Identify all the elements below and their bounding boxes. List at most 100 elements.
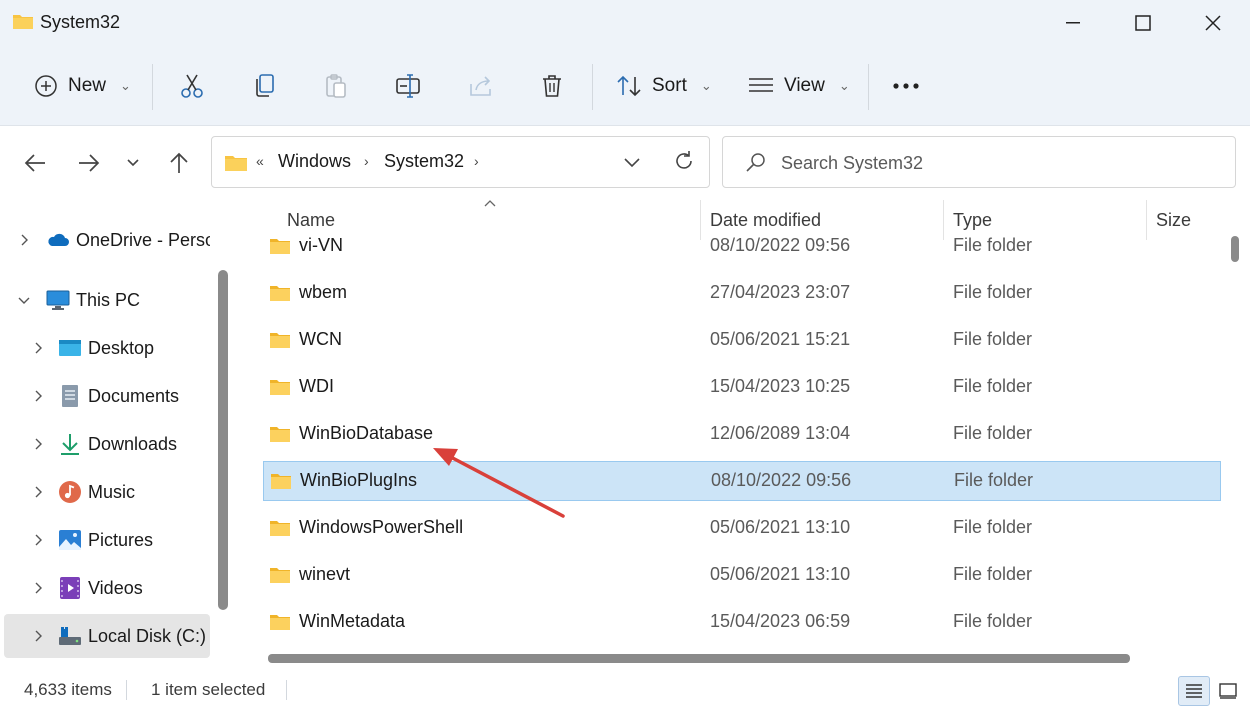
trash-icon — [543, 75, 561, 97]
sort-button[interactable]: Sort ⌄ — [616, 46, 712, 126]
arrow-right-icon — [79, 154, 100, 172]
folder-icon — [13, 15, 33, 29]
command-bar: New ⌄ Sort ⌄ View ⌄ — [0, 46, 1250, 126]
minimize-icon — [1066, 22, 1080, 24]
folder-icon — [270, 239, 290, 254]
vertical-scrollbar[interactable] — [1231, 236, 1239, 262]
sidebar-item-music[interactable]: Music — [4, 470, 210, 514]
file-row[interactable]: wbem 27/04/2023 23:07 File folder — [263, 274, 1221, 314]
sidebar-item-documents[interactable]: Documents — [4, 374, 210, 418]
sidebar-item-label: Desktop — [88, 337, 155, 358]
file-row[interactable]: WinBioDatabase 12/06/2089 13:04 File fol… — [263, 415, 1221, 455]
pictures-icon — [59, 530, 81, 550]
sidebar-item-local-disk[interactable]: Local Disk (C:) — [4, 614, 210, 658]
maximize-button[interactable] — [1108, 0, 1178, 46]
search-input[interactable] — [781, 149, 1201, 177]
chevron-down-icon[interactable] — [622, 151, 642, 173]
chevron-right-icon[interactable] — [32, 534, 44, 546]
maximize-icon — [1135, 15, 1151, 31]
address-bar[interactable]: « Windows › System32 › — [211, 136, 710, 188]
breadcrumb-overflow[interactable]: « — [256, 153, 264, 169]
chevron-right-icon[interactable] — [18, 234, 30, 246]
plus-circle-icon — [35, 75, 57, 97]
computer-icon — [46, 290, 70, 310]
forward-button[interactable] — [72, 146, 106, 180]
sort-icon — [617, 75, 641, 97]
chevron-right-icon[interactable] — [32, 486, 44, 498]
sidebar-item-desktop[interactable]: Desktop — [4, 326, 210, 370]
file-row[interactable]: winevt 05/06/2021 13:10 File folder — [263, 556, 1221, 596]
sidebar-scrollbar[interactable] — [218, 270, 228, 610]
sidebar-item-label: Pictures — [88, 529, 154, 550]
horizontal-scrollbar[interactable] — [268, 654, 1130, 663]
refresh-icon[interactable] — [672, 149, 696, 173]
chevron-right-icon[interactable] — [32, 390, 44, 402]
breadcrumb-system32[interactable]: System32 — [384, 151, 464, 172]
file-name: WindowsPowerShell — [299, 517, 464, 537]
sidebar-item-onedrive[interactable]: OneDrive - Perso — [4, 218, 210, 262]
file-name: WinBioDatabase — [299, 423, 434, 443]
rename-button[interactable] — [395, 46, 421, 126]
view-button[interactable]: View ⌄ — [748, 46, 850, 126]
status-divider — [286, 680, 287, 700]
new-button[interactable]: New ⌄ — [34, 46, 131, 126]
folder-icon — [270, 333, 290, 348]
sidebar-item-this-pc[interactable]: This PC — [4, 278, 210, 322]
sidebar-item-videos[interactable]: Videos — [4, 566, 210, 610]
breadcrumb-windows[interactable]: Windows — [278, 151, 351, 172]
folder-icon — [270, 427, 290, 442]
file-row-selected[interactable]: WinBioPlugIns 08/10/2022 09:56 File fold… — [263, 461, 1221, 501]
chevron-right-icon[interactable] — [32, 630, 44, 642]
file-date: 27/04/2023 23:07 — [710, 282, 851, 302]
arrow-left-icon — [24, 154, 45, 172]
file-date: 05/06/2021 15:21 — [710, 329, 851, 349]
view-list-icon — [749, 78, 773, 92]
chevron-right-icon[interactable] — [32, 582, 44, 594]
minimize-button[interactable] — [1038, 0, 1108, 46]
status-bar: 4,633 items 1 item selected — [0, 670, 1250, 708]
file-row[interactable]: WinMetadata 15/04/2023 06:59 File folder — [263, 603, 1221, 643]
cut-button[interactable] — [180, 46, 204, 126]
tiles-view-button[interactable] — [1212, 676, 1244, 706]
sort-ascending-icon — [484, 200, 496, 207]
sidebar-item-label: Downloads — [88, 433, 178, 454]
file-type: File folder — [954, 470, 1034, 490]
back-button[interactable] — [18, 146, 52, 180]
file-type: File folder — [953, 423, 1033, 443]
file-list: Name Date modified Type Size vi-VN 08/10… — [238, 200, 1250, 668]
file-row[interactable]: WindowsPowerShell 05/06/2021 13:10 File … — [263, 509, 1221, 549]
up-button[interactable] — [162, 146, 196, 180]
sidebar-item-label: Documents — [88, 385, 180, 406]
more-dots-icon — [893, 83, 919, 89]
status-divider — [126, 680, 127, 700]
arrow-up-icon — [170, 152, 188, 173]
close-button[interactable] — [1178, 0, 1248, 46]
copy-button[interactable] — [253, 46, 277, 126]
breadcrumb-separator[interactable]: › — [474, 153, 479, 169]
share-button — [468, 46, 494, 126]
file-row[interactable]: vi-VN 08/10/2022 09:56 File folder — [263, 227, 1221, 267]
more-options-button[interactable] — [892, 46, 920, 126]
music-icon — [59, 481, 81, 503]
documents-icon — [62, 385, 78, 407]
chevron-right-icon[interactable] — [32, 438, 44, 450]
search-box[interactable] — [722, 136, 1236, 188]
search-icon — [746, 153, 765, 172]
delete-button[interactable] — [540, 46, 564, 126]
chevron-down-icon[interactable] — [18, 294, 30, 306]
breadcrumb-separator[interactable]: › — [364, 153, 369, 169]
recent-locations-button[interactable] — [116, 146, 150, 180]
downloads-icon — [61, 434, 79, 455]
file-row[interactable]: WCN 05/06/2021 15:21 File folder — [263, 321, 1221, 361]
sidebar-item-pictures[interactable]: Pictures — [4, 518, 210, 562]
details-view-button[interactable] — [1178, 676, 1210, 706]
title-bar: System32 — [0, 0, 1250, 46]
sidebar-item-label: This PC — [76, 289, 141, 310]
paste-button — [324, 46, 348, 126]
chevron-right-icon[interactable] — [32, 342, 44, 354]
onedrive-cloud-icon — [48, 233, 69, 246]
sidebar-item-downloads[interactable]: Downloads — [4, 422, 210, 466]
folder-icon — [270, 286, 290, 301]
file-row[interactable]: WDI 15/04/2023 10:25 File folder — [263, 368, 1221, 408]
folder-icon — [271, 474, 291, 489]
